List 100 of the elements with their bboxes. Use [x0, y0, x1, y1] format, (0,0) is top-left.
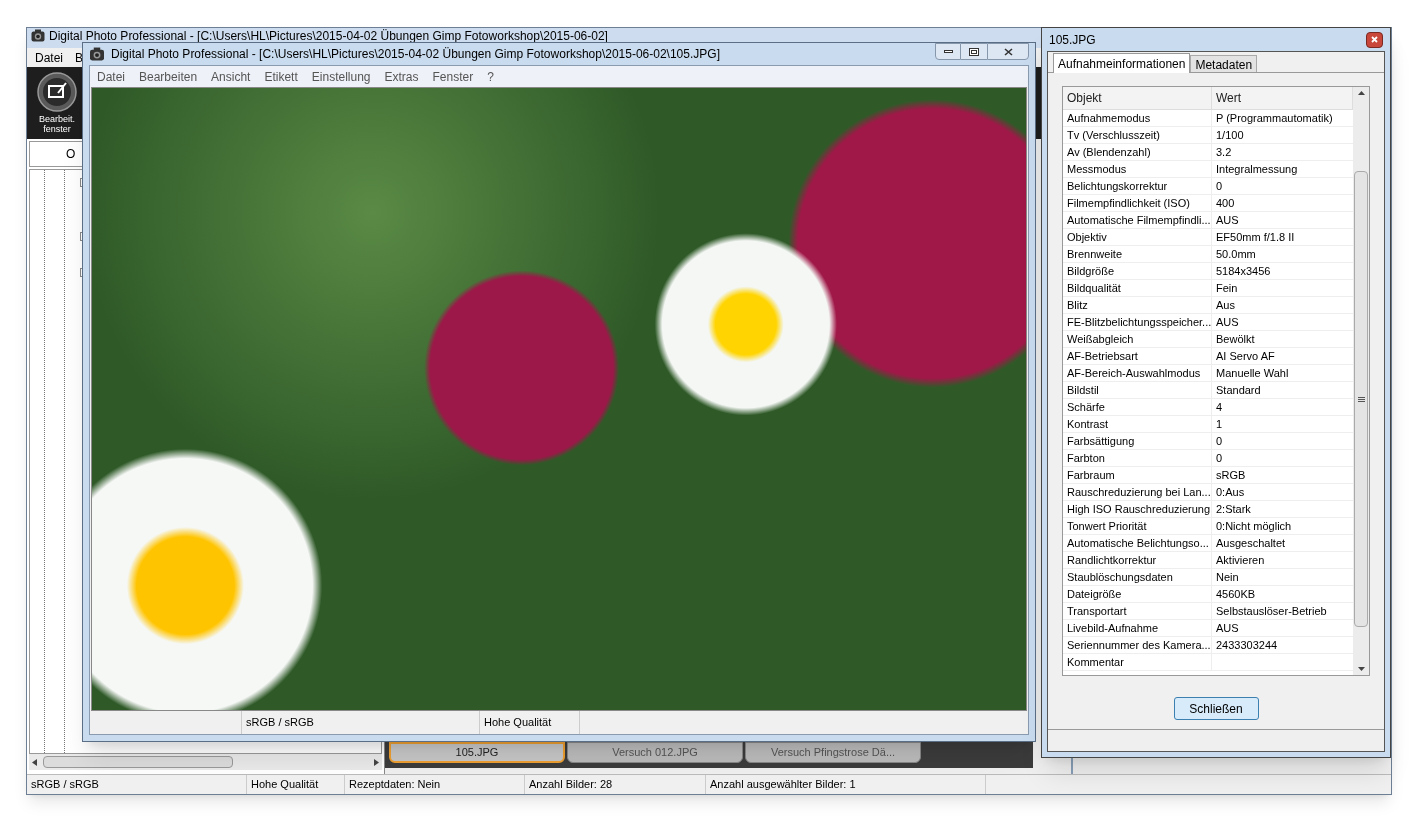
window-title: Digital Photo Professional - [C:\Users\HL\Pictures\2015-04-02 Übungen Gimp Fotoworkshop\2015-06-02]	[49, 29, 608, 43]
table-cell: Tonwert Priorität	[1063, 518, 1212, 534]
close-button[interactable]	[1366, 31, 1383, 48]
table-cell-text: AI Servo AF	[1215, 349, 1276, 364]
status-text: sRGB / sRGB	[31, 777, 99, 793]
maximize-button[interactable]	[961, 43, 987, 60]
table-cell: Brennweite	[1063, 246, 1212, 262]
table-cell-text: 0	[1215, 451, 1224, 466]
table-cell-text: 4	[1215, 400, 1224, 415]
table-cell-text: 0	[1215, 434, 1224, 449]
table-cell-text: sRGB	[1215, 468, 1247, 483]
table-cell: Automatische Filmempfindli...	[1063, 212, 1212, 228]
dialog-title: 105.JPG	[1049, 31, 1096, 49]
table-cell: Filmempfindlichkeit (ISO)	[1063, 195, 1212, 211]
status-text: Hohe Qualität	[251, 777, 319, 793]
scroll-up-icon	[1357, 91, 1365, 95]
table-cell-text: 50.0mm	[1215, 247, 1257, 262]
menu-item[interactable]: Einstellung	[311, 67, 371, 86]
table-cell: Automatische Belichtungso...	[1063, 535, 1212, 551]
minimize-button[interactable]	[935, 43, 961, 60]
table-cell: AF-Bereich-Auswahlmodus	[1063, 365, 1212, 381]
edit-window-button[interactable]: Bearbeit. fenster	[33, 72, 81, 134]
table-cell-text: Manuelle Wahl	[1215, 366, 1290, 381]
menu-item[interactable]: Bearbeiten	[139, 67, 198, 86]
table-cell-text: 0	[1215, 179, 1224, 194]
menu-item[interactable]: Datei	[97, 67, 125, 86]
table-cell: Seriennummer des Kamera...	[1063, 637, 1212, 653]
horizontal-scrollbar[interactable]	[29, 754, 382, 770]
tab[interactable]: Metadaten	[1190, 55, 1258, 72]
table-cell-text: Ausgeschaltet	[1215, 536, 1287, 551]
menu-item[interactable]: Fenster	[432, 67, 474, 86]
column-header: O	[66, 146, 76, 163]
table-cell-text: 1	[1215, 417, 1224, 432]
menu-item[interactable]: Datei	[35, 48, 63, 67]
table-cell: Farbsättigung	[1063, 433, 1212, 449]
table-cell-text: 2433303244	[1215, 638, 1279, 653]
table-cell-text: 2:Stark	[1215, 502, 1252, 517]
status-text: Hohe Qualität	[484, 715, 552, 731]
scroll-right-icon	[374, 758, 379, 766]
table-cell: Tv (Verschlusszeit)	[1063, 127, 1212, 143]
close-dialog-button[interactable]: Schließen	[1173, 697, 1259, 720]
table-cell: Weißabgleich	[1063, 331, 1212, 347]
menu-item[interactable]: Extras	[384, 67, 419, 86]
table-cell-text: 5184x3456	[1215, 264, 1272, 279]
table-cell-text: 1/100	[1215, 128, 1245, 143]
table-cell: Transportart	[1063, 603, 1212, 619]
vertical-scrollbar[interactable]	[1353, 87, 1369, 675]
camera-icon	[89, 47, 105, 61]
minimize-icon	[943, 50, 953, 53]
menu-item[interactable]: B	[75, 48, 84, 67]
table-cell-text: Aktivieren	[1215, 553, 1266, 568]
table-cell: FE-Blitzbelichtungsspeicher...	[1063, 314, 1212, 330]
thumbnail-tab[interactable]: Versuch Pfingstrose Dä...	[745, 742, 921, 763]
menu-item[interactable]: ?	[487, 67, 494, 86]
scroll-down-icon	[1357, 667, 1365, 671]
menu-item[interactable]: Etikett	[264, 67, 298, 86]
column-header[interactable]: Objekt	[1063, 87, 1212, 109]
table-cell: High ISO Rauschreduzierung	[1063, 501, 1212, 517]
table-cell-text: 400	[1215, 196, 1236, 211]
table-cell: Kontrast	[1063, 416, 1212, 432]
table-cell-text: EF50mm f/1.8 II	[1215, 230, 1296, 245]
thumbnail-tab[interactable]: Versuch 012.JPG	[567, 742, 743, 763]
table-cell-text: Bewölkt	[1215, 332, 1256, 347]
table-cell: Belichtungskorrektur	[1063, 178, 1212, 194]
table-cell: Blitz	[1063, 297, 1212, 313]
close-icon	[1371, 36, 1378, 43]
table-cell-text: AUS	[1215, 621, 1240, 636]
table-cell-text: Nein	[1215, 570, 1240, 585]
table-cell-text: Selbstauslöser-Betrieb	[1215, 604, 1328, 619]
table-cell: Randlichtkorrektur	[1063, 552, 1212, 568]
table-cell-text: 4560KB	[1215, 587, 1257, 602]
table-cell: Aufnahmemodus	[1063, 110, 1212, 126]
table-cell-text: Fein	[1215, 281, 1239, 296]
table-cell: Livebild-Aufnahme	[1063, 620, 1212, 636]
table-cell-text: 3.2	[1215, 145, 1233, 160]
table-cell: Farbton	[1063, 450, 1212, 466]
table-cell-text: P (Programmautomatik)	[1215, 111, 1334, 126]
close-icon	[1003, 47, 1013, 56]
tab[interactable]: Aufnahmeinformationen	[1053, 53, 1191, 73]
camera-icon	[31, 29, 45, 42]
scroll-left-icon	[32, 758, 37, 766]
edit-image-icon	[37, 72, 77, 112]
table-cell-text: Integralmessung	[1215, 162, 1299, 177]
scrollbar-thumb[interactable]	[43, 756, 233, 768]
table-cell: Objektiv	[1063, 229, 1212, 245]
menu-item[interactable]: Ansicht	[211, 67, 251, 86]
table-cell: Bildgröße	[1063, 263, 1212, 279]
table-cell: Schärfe	[1063, 399, 1212, 415]
status-text: Anzahl ausgewählter Bilder: 1	[710, 777, 856, 793]
table-cell: Av (Blendenzahl)	[1063, 144, 1212, 160]
table-cell: Rauschreduzierung bei Lan...	[1063, 484, 1212, 500]
thumbnail-tab[interactable]: 105.JPG	[389, 742, 565, 763]
table-cell: Kommentar	[1063, 654, 1212, 670]
window-title: Digital Photo Professional - [C:\Users\HL\Pictures\2015-04-02 Übungen Gimp Fotoworkshop\2015-06-02\105.JPG]	[111, 46, 720, 63]
table-cell: Farbraum	[1063, 467, 1212, 483]
status-text: Anzahl Bilder: 28	[529, 777, 613, 793]
close-button[interactable]	[987, 43, 1029, 60]
table-cell: Bildstil	[1063, 382, 1212, 398]
restore-icon	[969, 47, 979, 56]
scrollbar-thumb[interactable]	[1354, 171, 1368, 627]
